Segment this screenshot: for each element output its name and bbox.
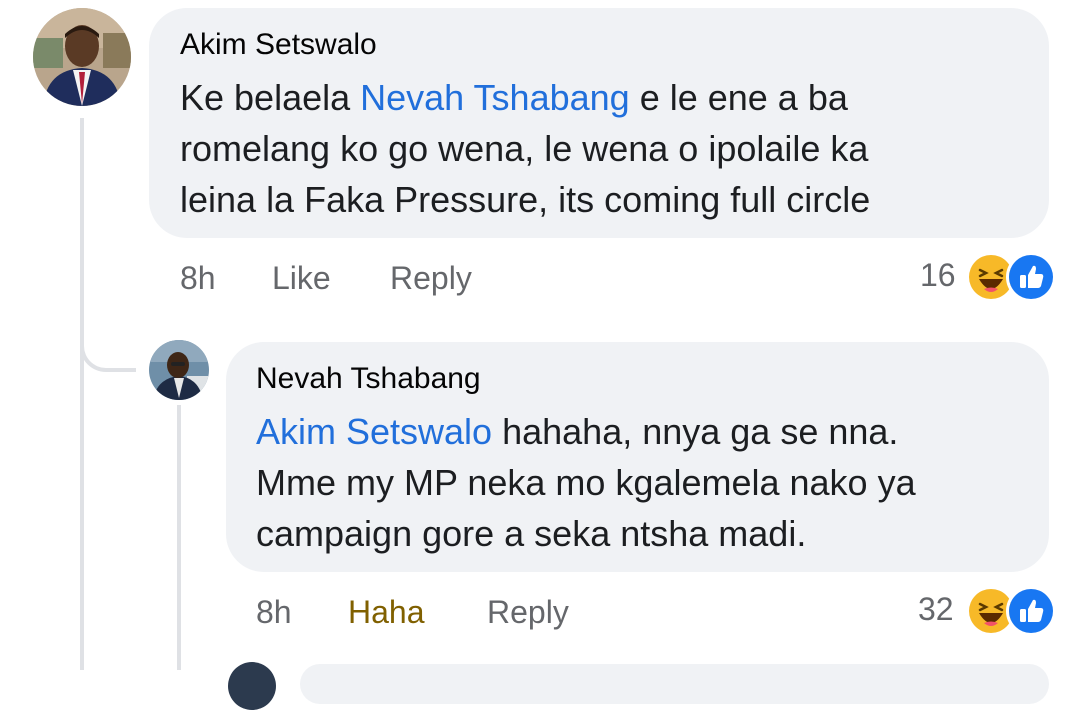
thread-line-main <box>80 118 84 670</box>
comment-body-line: campaign gore a seka ntsha madi. <box>256 513 807 554</box>
thread-line-reply <box>177 405 181 670</box>
comment-body-line: Mme my MP neka mo kgalemela nako ya <box>256 462 916 503</box>
comment-bubble <box>300 664 1049 704</box>
comment-author[interactable]: Nevah Tshabang <box>256 362 481 396</box>
comment-body: Akim Setswalo hahaha, nnya ga se nna. Mm… <box>256 406 1036 559</box>
mention-link[interactable]: Akim Setswalo <box>256 411 492 452</box>
like-icon <box>1006 586 1056 636</box>
like-icon <box>1006 252 1056 302</box>
comment-time[interactable]: 8h <box>256 594 292 631</box>
comment-body: Ke belaela Nevah Tshabang e le ene a ba … <box>180 72 1040 225</box>
comment-author[interactable]: Akim Setswalo <box>180 28 377 62</box>
reply-button[interactable]: Reply <box>487 594 569 631</box>
comment-body-text: hahaha, nnya ga se nna. <box>492 411 899 452</box>
reply-button[interactable]: Reply <box>390 260 472 297</box>
avatar[interactable] <box>149 340 209 400</box>
mention-link[interactable]: Nevah Tshabang <box>360 77 630 118</box>
comment-time[interactable]: 8h <box>180 260 216 297</box>
comment-body-line: romelang ko go wena, le wena o ipolaile … <box>180 128 869 169</box>
reaction-count[interactable]: 32 <box>918 591 954 628</box>
thread-branch <box>80 330 136 372</box>
comment-body-text: e le ene a ba <box>629 77 848 118</box>
reaction-count[interactable]: 16 <box>920 257 956 294</box>
comment-body-line: leina la Faka Pressure, its coming full … <box>180 179 871 220</box>
avatar[interactable] <box>228 662 276 710</box>
avatar[interactable] <box>33 8 131 106</box>
comment-body-text: Ke belaela <box>180 77 361 118</box>
haha-button[interactable]: Haha <box>348 594 425 631</box>
like-button[interactable]: Like <box>272 260 331 297</box>
